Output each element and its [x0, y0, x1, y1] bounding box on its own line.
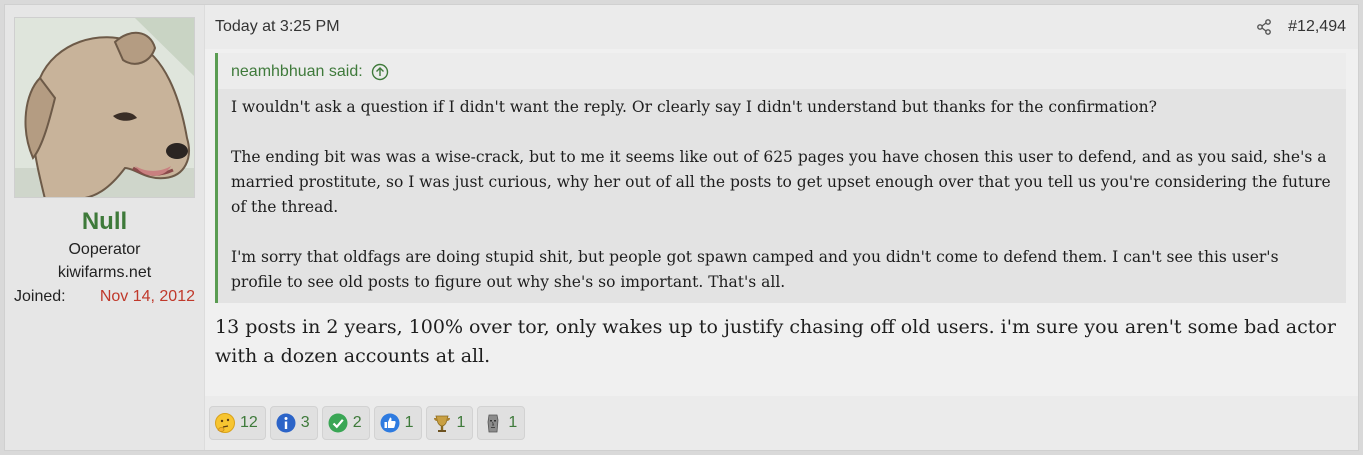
post-number[interactable]: #12,494: [1288, 18, 1346, 36]
post-header-actions: #12,494: [1256, 18, 1346, 36]
thinking-face-icon: [215, 413, 235, 433]
user-sidebar: Null Ooperator kiwifarms.net Joined: Nov…: [5, 5, 205, 450]
reaction-thinking[interactable]: 12: [209, 406, 266, 440]
joined-date: Nov 14, 2012: [99, 288, 195, 305]
quote-author[interactable]: neamhbhuan said:: [231, 63, 363, 81]
post-message: 13 posts in 2 years, 100% over tor, only…: [215, 316, 1336, 367]
user-title: Ooperator: [68, 241, 141, 258]
reaction-informative[interactable]: 3: [269, 406, 318, 440]
reaction-count: 2: [352, 414, 362, 431]
checkmark-icon: [328, 413, 348, 433]
user-site: kiwifarms.net: [57, 264, 152, 281]
quote-paragraph: The ending bit was was a wise-crack, but…: [231, 148, 1331, 216]
quote-paragraph: I wouldn't ask a question if I didn't wa…: [231, 98, 1157, 116]
post-timestamp[interactable]: Today at 3:25 PM: [215, 18, 340, 36]
reaction-count: 12: [240, 414, 258, 431]
reaction-winner[interactable]: 1: [425, 406, 474, 440]
quote-block: neamhbhuan said: I wouldn't ask a questi…: [215, 53, 1346, 303]
reaction-moai[interactable]: 1: [477, 406, 526, 440]
reaction-count: 1: [508, 414, 518, 431]
winner-icon: [433, 415, 450, 432]
forum-post: Null Ooperator kiwifarms.net Joined: Nov…: [4, 4, 1359, 451]
share-icon[interactable]: [1256, 19, 1272, 35]
thumbs-up-icon: [380, 413, 400, 433]
reaction-count: 1: [404, 414, 414, 431]
reactions-bar: 12 3 2 1 1 1: [205, 396, 1358, 450]
joined-row: Joined: Nov 14, 2012: [14, 288, 195, 306]
quote-paragraph: I'm sorry that oldfags are doing stupid …: [231, 248, 1279, 291]
quote-header[interactable]: neamhbhuan said:: [218, 53, 1346, 89]
reaction-like[interactable]: 1: [373, 406, 422, 440]
post-body: neamhbhuan said: I wouldn't ask a questi…: [205, 49, 1358, 396]
reaction-agree[interactable]: 2: [321, 406, 370, 440]
post-header: Today at 3:25 PM #12,494: [205, 5, 1358, 49]
reaction-count: 3: [300, 414, 310, 431]
username[interactable]: Null: [14, 208, 195, 236]
reaction-count: 1: [456, 414, 466, 431]
avatar[interactable]: [14, 17, 195, 198]
jump-to-quote-icon[interactable]: [371, 63, 389, 81]
dog-avatar-icon: [15, 18, 194, 197]
post-main: Today at 3:25 PM #12,494 neamhbhuan said…: [205, 5, 1358, 450]
quote-body: I wouldn't ask a question if I didn't wa…: [218, 89, 1346, 303]
informative-icon: [276, 413, 296, 433]
moai-icon: [488, 414, 499, 433]
joined-label: Joined:: [14, 288, 66, 305]
